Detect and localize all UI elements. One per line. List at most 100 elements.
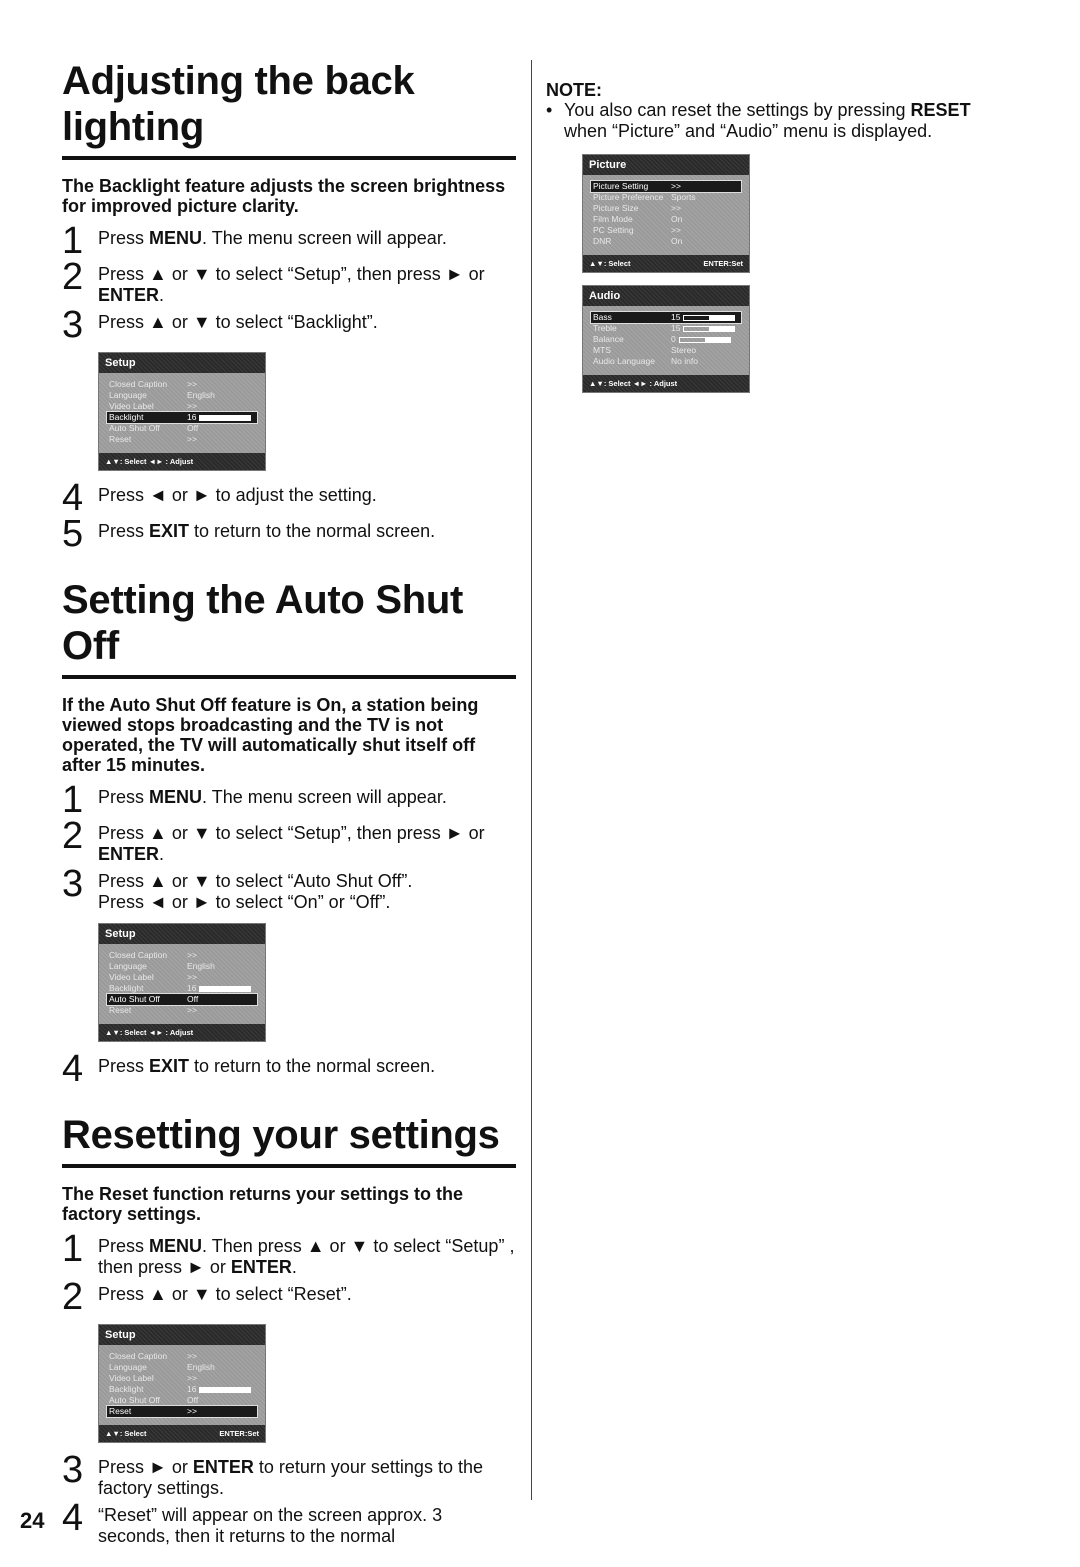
instruction-step: 1 Press MENU. The menu screen will appear… [62,781,516,819]
menu-row: Video Label >> [107,1373,257,1384]
menu-row-value-text: >> [187,434,197,444]
menu-row-value: >> [187,972,255,983]
tv-menu-screenshot: Setup Closed Caption >> Language English Vide… [98,352,266,471]
menu-row-label: Video Label [109,1373,154,1383]
step-text: Press ▲ or ▼ to select “Reset”. [98,1284,352,1304]
menu-row-label: Film Mode [593,214,633,224]
menu-row-value: On [671,236,739,247]
step-text: Press MENU. The menu screen will appear. [98,787,447,807]
menu-row: Auto Shut Off Off [107,1395,257,1406]
menu-row-label: Language [109,961,147,971]
menu-row-label: Reset [109,434,132,444]
menu-row-label: Picture Setting [593,181,649,191]
instruction-step: 5 Press EXIT to return to the normal scre… [62,515,516,553]
level-bar [678,336,731,343]
menu-row: Auto Shut Off Off [106,993,258,1006]
menu-row-value-text: English [187,961,215,971]
menu-rows: Closed Caption >> Language English Video Lab… [99,373,265,453]
menu-row-value-text: English [187,1362,215,1372]
menu-row: PC Setting >> [591,225,741,236]
menu-title: Setup [99,353,265,373]
step-text: Press ▲ or ▼ to select “Backlight”. [98,312,378,332]
menu-row-label: Reset [109,1406,132,1416]
menu-row-value: English [187,1362,255,1373]
menu-row: Closed Caption >> [107,1351,257,1362]
menu-row-value-text: 0 [671,334,676,344]
menu-row-label: Closed Caption [109,1351,168,1361]
menu-row-label: PC Setting [593,225,634,235]
menu-footer-hint: ▲▼: Select ◄► : Adjust [105,1028,194,1037]
menu-row: Reset >> [107,1005,257,1016]
menu-footer-set: ENTER:Set [703,259,743,268]
menu-row-value: >> [187,950,255,961]
menu-row-value-text: Off [187,994,199,1004]
menu-title: Picture [583,155,749,175]
menu-row: Video Label >> [107,401,257,412]
section-intro: The Reset function returns your settings… [62,1184,464,1224]
step-number: 3 [62,304,84,346]
step-number: 4 [62,1048,84,1090]
menu-row: Picture Setting >> [590,180,742,193]
menu-row-value-text: 15 [671,312,681,322]
menu-row-value-text: No info [671,356,698,366]
menu-row-value: >> [187,401,255,412]
menu-rows: Closed Caption >> Language English Video Lab… [99,944,265,1024]
menu-row-label: MTS [593,345,611,355]
menu-row-value-text: >> [187,1406,197,1416]
menu-footer-hint: ▲▼: Select [589,259,631,268]
instruction-step: 3 Press ▲ or ▼ to select “Backlight”. [62,304,516,346]
instruction-step: 3 Press ► or ENTER to return your setting… [62,1451,516,1499]
menu-row-label: Bass [593,312,612,322]
menu-row-value: Off [187,1395,255,1406]
tv-menu-screenshot: Setup Closed Caption >> Language English Vide… [98,1324,266,1443]
menu-footer-hint: ▲▼: Select [105,1429,147,1438]
level-bar [199,1386,252,1393]
menu-rows: Closed Caption >> Language English Video Lab… [99,1345,265,1425]
menu-row-value-text: On [671,214,683,224]
menu-row: Film Mode On [591,214,741,225]
left-column: Adjusting the back lighting The Backlight… [62,58,516,1551]
menu-row-value-text: 16 [187,412,197,422]
menu-row-label: Backlight [109,983,144,993]
menu-row-label: DNR [593,236,612,246]
menu-row: Treble 15 [591,323,741,334]
menu-row-value-text: >> [671,203,681,213]
menu-footer: ▲▼: Select ◄► : Adjust [99,1024,265,1041]
menu-footer-hint: ▲▼: Select ◄► : Adjust [105,457,194,466]
menu-row-value-text: >> [187,379,197,389]
page-number: 24 [20,1508,45,1533]
tv-menu-screenshot: Picture Picture Setting >> Picture Preferen… [582,154,750,273]
step-text: Press EXIT to return to the normal scree… [98,1056,436,1076]
menu-row-value: >> [671,181,739,192]
level-bar [199,414,252,421]
step-number: 1 [62,220,84,262]
menu-row: Auto Shut Off Off [107,423,257,434]
instruction-step: 2 Press ▲ or ▼ to select “Setup”, then pr… [62,258,516,306]
menu-row-value: 16 [187,983,255,994]
menu-row-label: Closed Caption [109,950,168,960]
menu-row-value: 16 [187,412,255,423]
menu-title: Setup [99,924,265,944]
heading-rule [62,675,516,679]
menu-row-label: Closed Caption [109,379,168,389]
step-number: 3 [62,863,84,905]
step-number: 2 [62,1276,84,1318]
menu-row-label: Auto Shut Off [109,423,160,433]
step-text: Press ▲ or ▼ to select “Setup”, then pre… [98,264,485,305]
step-text: Press MENU. Then press ▲ or ▼ to select … [98,1236,515,1277]
menu-row-value-text: >> [671,181,681,191]
menu-row-value: Off [187,994,255,1005]
menu-row-value: >> [187,1406,255,1417]
menu-row-label: Video Label [109,972,154,982]
menu-rows: Picture Setting >> Picture Preference Sport… [583,175,749,255]
menu-row-label: Reset [109,1005,132,1015]
menu-row-label: Language [109,1362,147,1372]
section-intro: The Backlight feature adjusts the screen… [62,176,506,216]
menu-row-value: Stereo [671,345,739,356]
menu-row-value-text: Sports [671,192,696,202]
menu-row-value-text: Stereo [671,345,697,355]
menu-footer: ▲▼: Select ◄► : Adjust [99,453,265,470]
menu-rows: Bass 15 Treble 15 Balance 0 MTS Stereo Audio Lan… [583,306,749,375]
menu-footer: ▲▼: Select ENTER:Set [583,255,749,272]
